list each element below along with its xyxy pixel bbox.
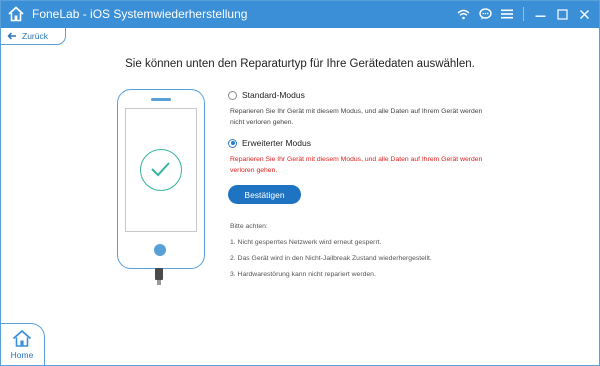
advanced-mode-radio[interactable]	[228, 138, 237, 148]
maximize-icon[interactable]	[553, 4, 571, 24]
wifi-icon[interactable]	[454, 4, 472, 24]
app-window: FoneLab - iOS Systemwiederherstellung Zu…	[0, 0, 600, 366]
phone-speaker	[151, 98, 171, 101]
note-item: 2. Das Gerät wird in den Nicht-Jailbreak…	[230, 255, 432, 262]
standard-mode-desc-line1: Reparieren Sie Ihr Gerät mit diesem Modu…	[230, 108, 483, 115]
window-controls	[454, 4, 593, 24]
home-button[interactable]: Home	[1, 323, 45, 365]
cable-icon	[155, 268, 163, 280]
advanced-mode-desc-line2: verloren gehen.	[230, 167, 278, 174]
standard-mode-radio[interactable]	[228, 90, 237, 100]
phone-screen	[125, 108, 197, 232]
menu-icon[interactable]	[498, 4, 516, 24]
advanced-mode-option[interactable]: Erweiterter Modus	[228, 138, 311, 148]
standard-mode-description: Reparieren Sie Ihr Gerät mit diesem Modu…	[230, 106, 510, 128]
back-button[interactable]: Zurück	[1, 28, 66, 45]
standard-mode-label: Standard-Modus	[242, 90, 305, 100]
standard-mode-option[interactable]: Standard-Modus	[228, 90, 305, 100]
window-title: FoneLab - iOS Systemwiederherstellung	[32, 7, 248, 21]
check-circle-icon	[140, 149, 182, 191]
advanced-mode-desc-line1: Reparieren Sie Ihr Gerät mit diesem Modu…	[230, 156, 483, 163]
home-label: Home	[10, 350, 34, 360]
page-heading: Sie können unten den Reparaturtyp für Ih…	[125, 58, 475, 70]
home-tab-icon	[12, 330, 32, 347]
back-arrow-icon	[7, 32, 16, 40]
controls-divider	[523, 7, 524, 21]
standard-mode-desc-line2: nicht verloren gehen.	[230, 119, 294, 126]
phone-home-button	[154, 244, 166, 256]
confirm-button[interactable]: Bestätigen	[228, 185, 301, 204]
phone-illustration	[117, 89, 205, 269]
close-icon[interactable]	[575, 4, 593, 24]
feedback-icon[interactable]	[476, 4, 494, 24]
home-icon[interactable]	[7, 5, 25, 23]
advanced-mode-description: Reparieren Sie Ihr Gerät mit diesem Modu…	[230, 154, 510, 176]
note-item: 3. Hardwarestörung kann nicht repariert …	[230, 271, 376, 278]
notes-title: Bitte achten:	[230, 223, 268, 230]
minimize-icon[interactable]	[531, 4, 549, 24]
advanced-mode-label: Erweiterter Modus	[242, 138, 311, 148]
back-label: Zurück	[22, 31, 48, 41]
cable-tip	[157, 280, 161, 285]
title-bar: FoneLab - iOS Systemwiederherstellung	[1, 1, 599, 28]
note-item: 1. Nicht gesperrtes Netzwerk wird erneut…	[230, 239, 382, 246]
